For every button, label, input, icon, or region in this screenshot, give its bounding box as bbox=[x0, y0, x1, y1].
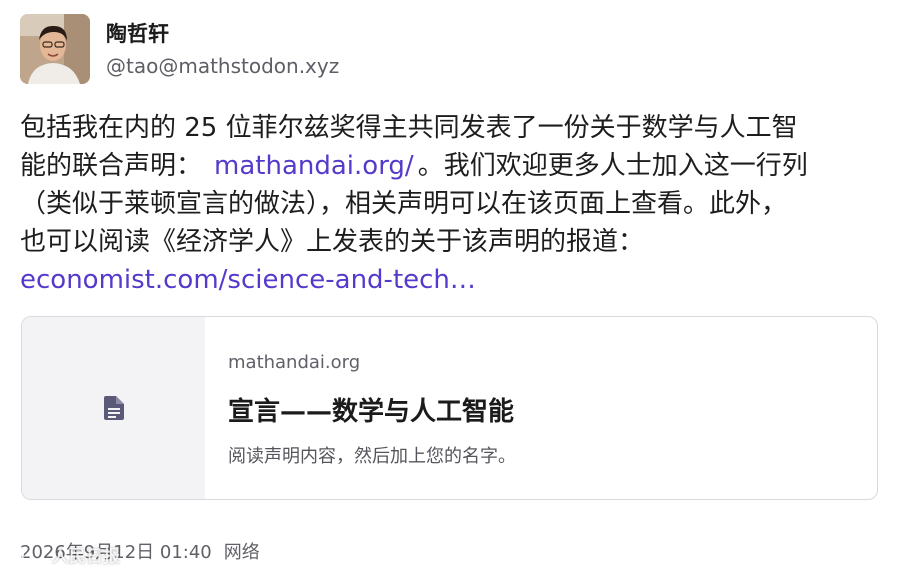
document-icon bbox=[103, 396, 124, 420]
post-text-line: 包括我在内的 25 位菲尔兹奖得主共同发表了一份关于数学与人工智 bbox=[20, 113, 798, 143]
card-host: mathandai.org bbox=[228, 352, 361, 373]
mathandai-link[interactable]: mathandai.org/ bbox=[214, 151, 414, 181]
user-handle[interactable]: @tao@mathstodon.xyz bbox=[106, 54, 339, 78]
post-text-segment: 能的联合声明： bbox=[20, 151, 203, 181]
card-description: 阅读声明内容，然后加上您的名字。 bbox=[228, 446, 516, 467]
card-title: 宣言——数学与人工智能 bbox=[228, 397, 515, 427]
display-name[interactable]: 陶哲轩 bbox=[106, 18, 169, 48]
post-timestamp[interactable]: 2026年9月12日 01:40 bbox=[20, 542, 212, 563]
post-text-line: （类似于莱顿宣言的做法），相关声明可以在该页面上查看。此外， bbox=[20, 189, 788, 219]
post-content: 包括我在内的 25 位菲尔兹奖得主共同发表了一份关于数学与人工智 能的联合声明：… bbox=[20, 109, 890, 299]
card-thumbnail bbox=[22, 317, 205, 499]
economist-link[interactable]: economist.com/science-and-tech… bbox=[20, 261, 890, 299]
avatar-photo-icon bbox=[20, 14, 90, 84]
post-meta: 2026年9月12日 01:40 网络 bbox=[20, 538, 260, 564]
post-visibility: 网络 bbox=[223, 542, 260, 563]
post-text-segment: 。我们欢迎更多人士加入这一行列 bbox=[417, 151, 808, 181]
post: 陶哲轩 @tao@mathstodon.xyz 包括我在内的 25 位菲尔兹奖得… bbox=[0, 0, 900, 573]
link-preview-card[interactable]: mathandai.org 宣言——数学与人工智能 阅读声明内容，然后加上您的名… bbox=[21, 316, 878, 500]
card-body: mathandai.org 宣言——数学与人工智能 阅读声明内容，然后加上您的名… bbox=[205, 317, 516, 499]
post-text-line: 也可以阅读《经济学人》上发表的关于该声明的报道： bbox=[20, 227, 645, 257]
avatar[interactable] bbox=[20, 14, 90, 84]
